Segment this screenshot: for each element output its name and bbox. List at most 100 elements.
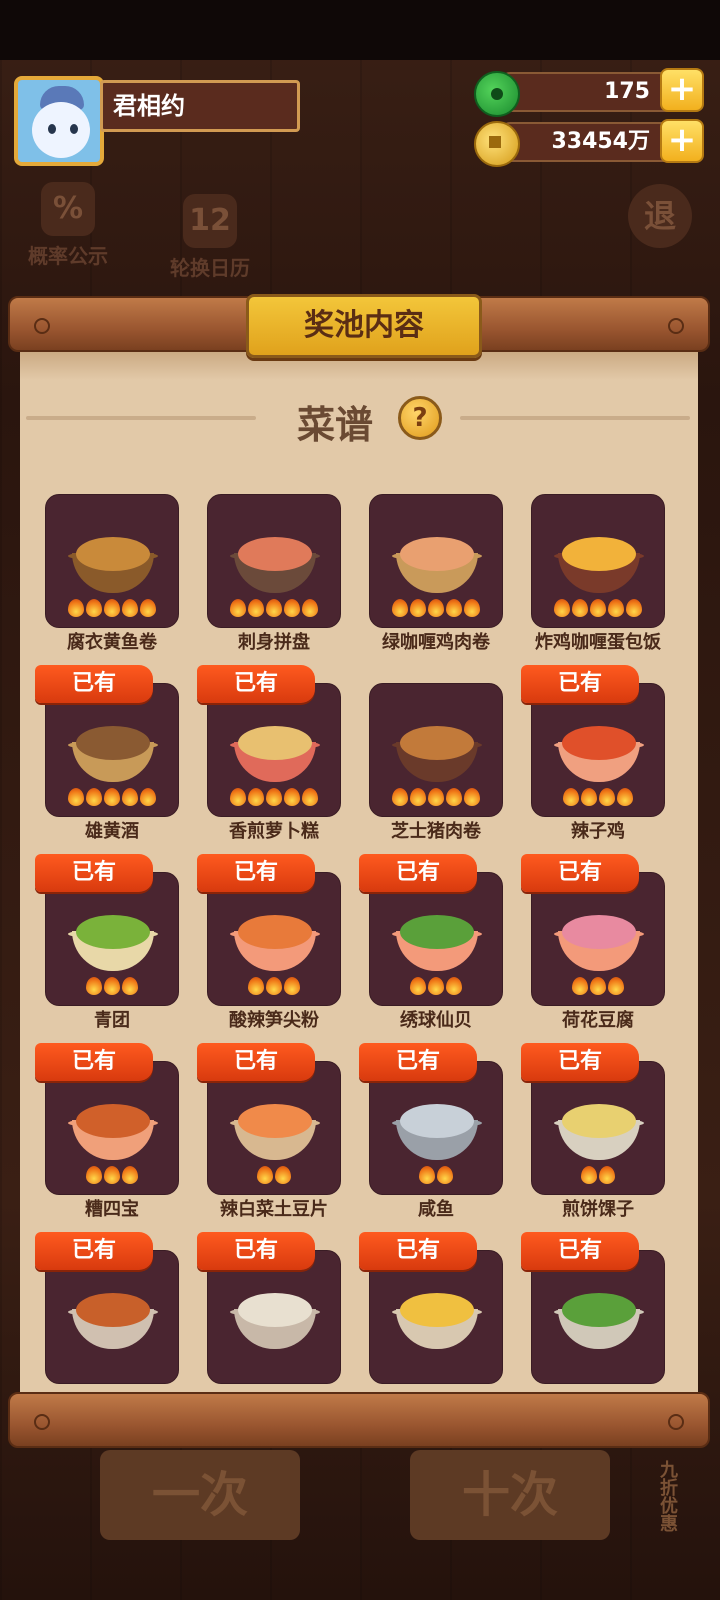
flame-star-icon bbox=[410, 977, 426, 995]
dish-tile bbox=[531, 872, 665, 1006]
recipe-card[interactable]: 已有 bbox=[197, 1232, 341, 1392]
avatar-eye bbox=[48, 124, 56, 134]
status-bar bbox=[0, 0, 720, 60]
flame-star-icon bbox=[104, 599, 120, 617]
star-rating bbox=[532, 1166, 664, 1184]
recipe-card[interactable]: 荷花豆腐 已有 bbox=[521, 854, 665, 1058]
flame-star-icon bbox=[122, 599, 138, 617]
star-rating bbox=[370, 788, 502, 806]
draw-once-button[interactable]: 一次 bbox=[100, 1450, 300, 1540]
help-icon[interactable]: ? bbox=[398, 396, 442, 440]
recipe-card[interactable]: 煎饼馃子 已有 bbox=[521, 1043, 665, 1247]
star-rating bbox=[208, 977, 340, 995]
flame-star-icon bbox=[86, 788, 102, 806]
add-jade-button[interactable]: + bbox=[660, 68, 704, 112]
flame-star-icon bbox=[428, 788, 444, 806]
dish-tile bbox=[45, 494, 179, 628]
dish-name: 腐衣黄鱼卷 bbox=[67, 632, 157, 653]
dish-tile bbox=[207, 872, 341, 1006]
dish-tile bbox=[207, 1250, 341, 1384]
avatar-face bbox=[32, 102, 90, 158]
flame-star-icon bbox=[302, 599, 318, 617]
dish-name: 荷花豆腐 bbox=[562, 1010, 634, 1031]
dish-food-image bbox=[238, 726, 312, 760]
flame-star-icon bbox=[122, 788, 138, 806]
flame-star-icon bbox=[230, 788, 246, 806]
recipe-card[interactable]: 雄黄酒 已有 bbox=[35, 665, 179, 869]
divider bbox=[26, 416, 256, 420]
dish-food-image bbox=[76, 1104, 150, 1138]
recipe-card[interactable]: 香煎萝卜糕 已有 bbox=[197, 665, 341, 869]
flame-star-icon bbox=[446, 599, 462, 617]
flame-star-icon bbox=[446, 788, 462, 806]
flame-star-icon bbox=[626, 599, 642, 617]
dish-food-image bbox=[562, 1293, 636, 1327]
recipe-card[interactable]: 酸辣笋尖粉 已有 bbox=[197, 854, 341, 1058]
flame-star-icon bbox=[464, 599, 480, 617]
star-rating bbox=[46, 599, 178, 617]
dish-food-image bbox=[400, 537, 474, 571]
percent-icon: % bbox=[41, 182, 95, 236]
flame-star-icon bbox=[572, 599, 588, 617]
exit-button[interactable]: 退 bbox=[628, 184, 692, 248]
recipe-card[interactable]: 腐衣黄鱼卷 bbox=[45, 494, 179, 680]
recipe-card[interactable]: 辣子鸡 已有 bbox=[521, 665, 665, 869]
draw-ten-button[interactable]: 十次 bbox=[410, 1450, 610, 1540]
flame-star-icon bbox=[464, 788, 480, 806]
dish-food-image bbox=[238, 537, 312, 571]
owned-badge: 已有 bbox=[521, 665, 639, 703]
recipe-card[interactable]: 芝士猪肉卷 bbox=[369, 683, 503, 869]
recipe-card[interactable]: 咸鱼 已有 bbox=[359, 1043, 503, 1247]
divider bbox=[460, 416, 690, 420]
owned-badge: 已有 bbox=[521, 1232, 639, 1270]
recipe-card[interactable]: 刺身拼盘 bbox=[207, 494, 341, 680]
dish-food-image bbox=[562, 915, 636, 949]
star-rating bbox=[208, 1166, 340, 1184]
dish-tile bbox=[531, 1250, 665, 1384]
recipe-card[interactable]: 绿咖喱鸡肉卷 bbox=[369, 494, 503, 680]
star-rating bbox=[370, 977, 502, 995]
flame-star-icon bbox=[248, 599, 264, 617]
section-header: 菜谱 ? bbox=[20, 392, 698, 447]
flame-star-icon bbox=[608, 977, 624, 995]
recipe-card[interactable]: 炸鸡咖喱蛋包饭 bbox=[531, 494, 665, 680]
flame-star-icon bbox=[419, 1166, 435, 1184]
flame-star-icon bbox=[572, 977, 588, 995]
flame-star-icon bbox=[590, 599, 606, 617]
flame-star-icon bbox=[599, 1166, 615, 1184]
owned-badge: 已有 bbox=[197, 1043, 315, 1081]
rotation-calendar-button[interactable]: 12 轮换日历 bbox=[160, 194, 260, 281]
flame-star-icon bbox=[266, 599, 282, 617]
calendar-icon: 12 bbox=[183, 194, 237, 248]
flame-star-icon bbox=[284, 599, 300, 617]
dish-food-image bbox=[76, 726, 150, 760]
flame-star-icon bbox=[428, 977, 444, 995]
recipe-card[interactable]: 青团 已有 bbox=[35, 854, 179, 1058]
recipe-card[interactable]: 绣球仙贝 已有 bbox=[359, 854, 503, 1058]
add-coins-button[interactable]: + bbox=[660, 119, 704, 163]
owned-badge: 已有 bbox=[35, 665, 153, 703]
dish-name: 辣白菜土豆片 bbox=[220, 1199, 328, 1220]
dish-tile bbox=[531, 494, 665, 628]
recipe-card[interactable]: 辣白菜土豆片 已有 bbox=[197, 1043, 341, 1247]
coin-icon bbox=[474, 121, 520, 167]
recipe-card[interactable]: 糟四宝 已有 bbox=[35, 1043, 179, 1247]
prize-pool-panel: 菜谱 ? 腐衣黄鱼卷 刺身拼盘 绿咖喱鸡肉卷 炸鸡咖喱蛋包饭 雄黄酒 已有 香煎萝卜糕 已有芝… bbox=[20, 352, 698, 1392]
flame-star-icon bbox=[302, 788, 318, 806]
flame-star-icon bbox=[581, 788, 597, 806]
scroll-rod-bottom[interactable] bbox=[8, 1392, 710, 1448]
dish-tile bbox=[45, 1061, 179, 1195]
flame-star-icon bbox=[86, 599, 102, 617]
dish-name: 咸鱼 bbox=[418, 1199, 454, 1220]
star-rating bbox=[532, 599, 664, 617]
recipe-card[interactable]: 已有 bbox=[35, 1232, 179, 1392]
dish-name: 香煎萝卜糕 bbox=[229, 821, 319, 842]
probability-button[interactable]: % 概率公示 bbox=[18, 182, 118, 269]
dish-name: 绿咖喱鸡肉卷 bbox=[382, 632, 490, 653]
avatar[interactable] bbox=[14, 76, 104, 166]
dish-tile bbox=[45, 683, 179, 817]
recipe-card[interactable]: 已有 bbox=[359, 1232, 503, 1392]
recipe-card[interactable]: 已有 bbox=[521, 1232, 665, 1392]
flame-star-icon bbox=[140, 599, 156, 617]
star-rating bbox=[370, 599, 502, 617]
